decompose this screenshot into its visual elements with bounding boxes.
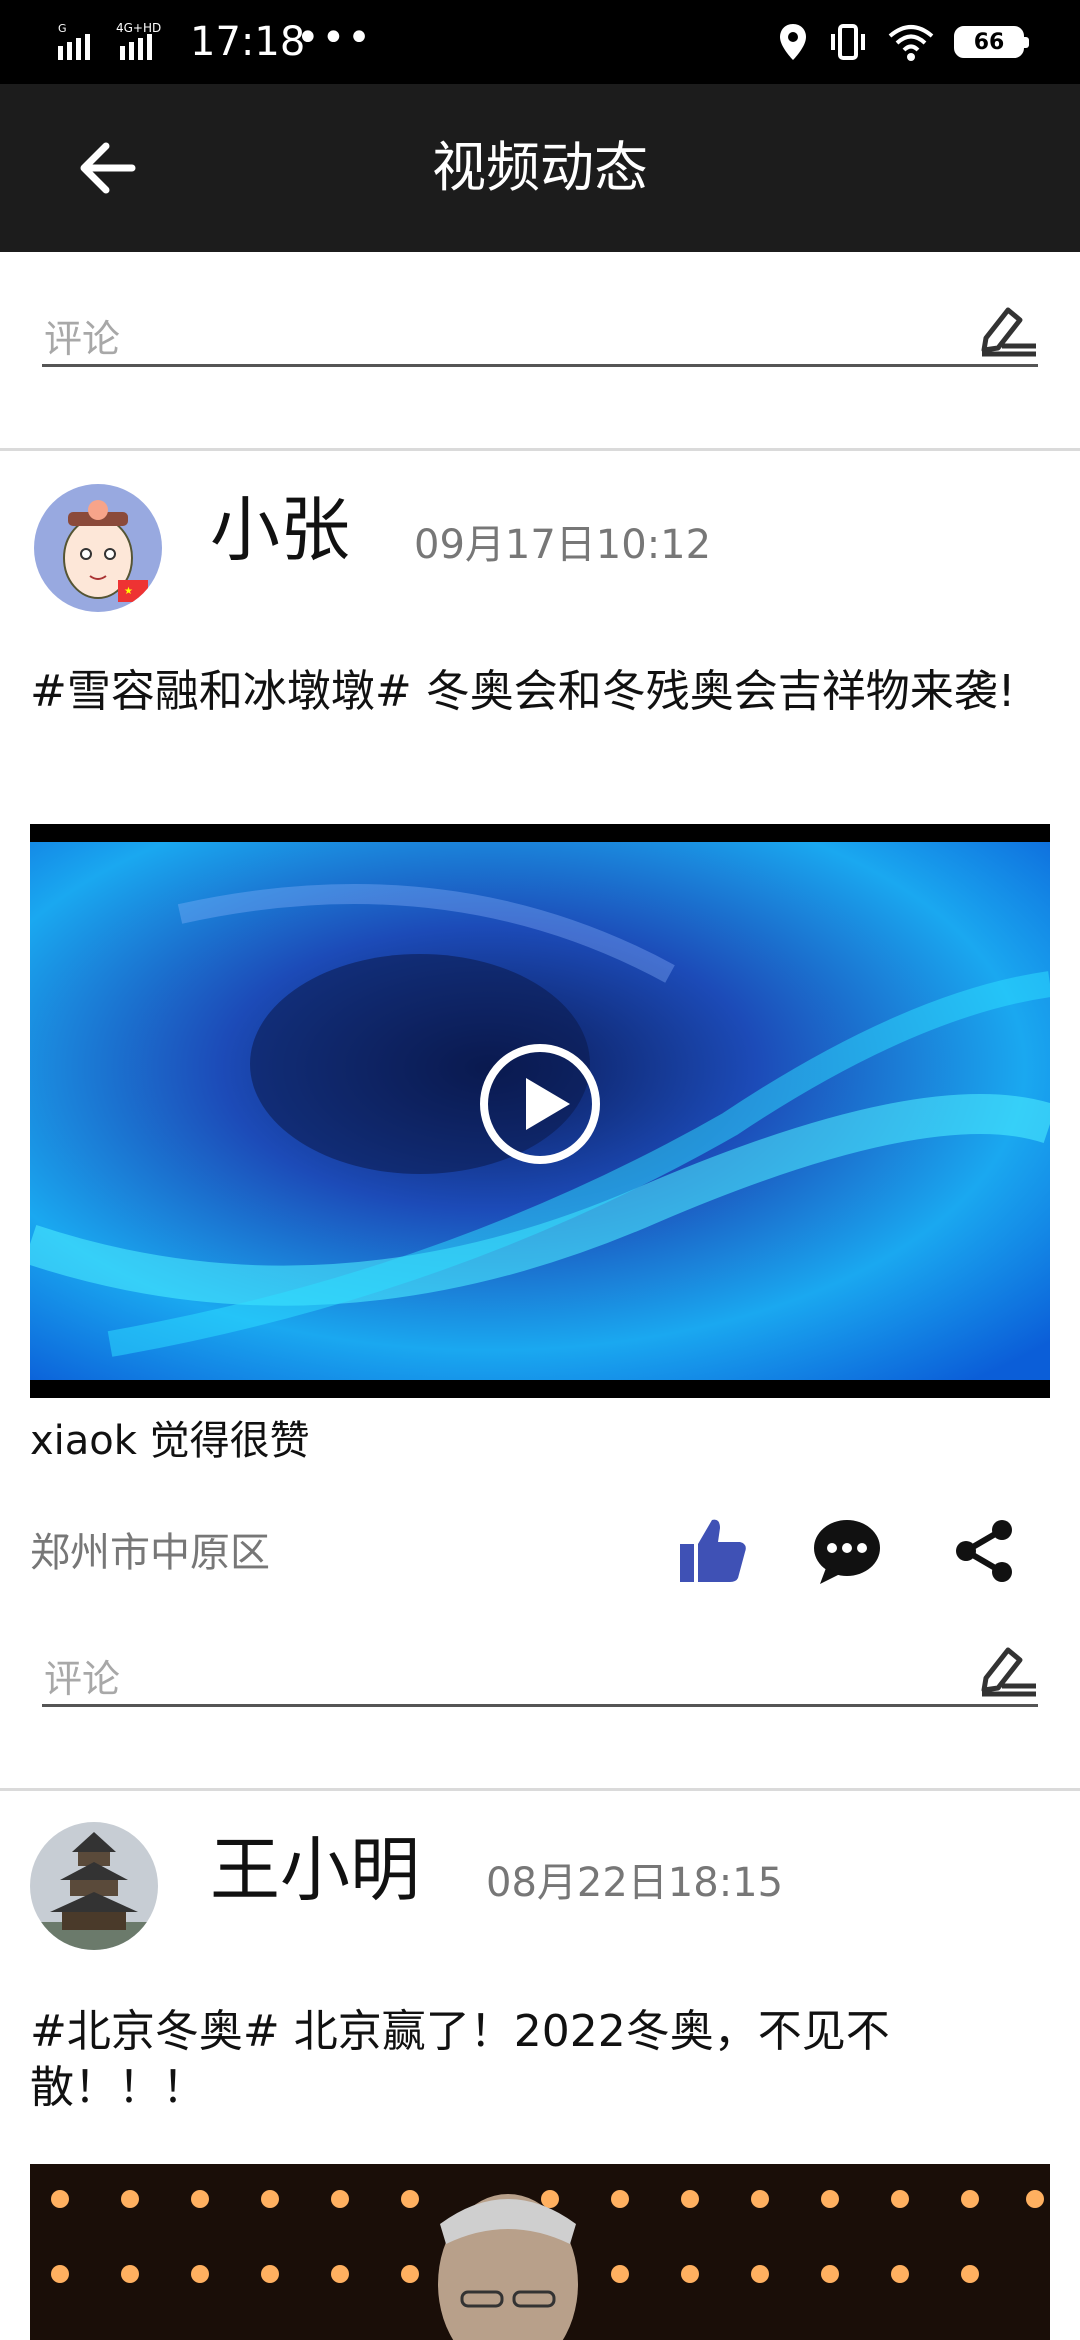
username[interactable]: 王小明 [210, 1828, 420, 1912]
wifi-icon [888, 25, 934, 61]
more-notifications-icon: ••• [296, 15, 373, 61]
page-title: 视频动态 [432, 136, 648, 199]
comment-input[interactable]: 评论 [42, 294, 1038, 367]
post-text: #北京冬奥# 北京赢了！2022冬奥，不见不散！！！ [30, 2006, 890, 2113]
svg-text:G: G [58, 22, 67, 35]
divider [0, 1788, 1080, 1791]
comment-input[interactable]: 评论 [42, 1634, 1038, 1707]
location-label: 郑州市中原区 [30, 1530, 270, 1576]
network-label: 4G+HD [116, 22, 161, 35]
comment-icon[interactable] [812, 1516, 882, 1586]
video-thumbnail [30, 2164, 1050, 2340]
likes-summary: xiaok 觉得很赞 [30, 1418, 310, 1464]
divider [0, 448, 1080, 451]
edit-icon[interactable] [978, 1636, 1038, 1698]
share-icon[interactable] [950, 1516, 1020, 1586]
edit-icon[interactable] [978, 296, 1038, 358]
signal-icon: G 4G+HD [58, 22, 161, 60]
username[interactable]: 小张 [210, 488, 350, 572]
post-time: 08月22日18:15 [486, 1860, 784, 1906]
clock: 17:18 [190, 19, 306, 65]
play-icon[interactable] [478, 1042, 602, 1166]
video-player[interactable] [30, 2164, 1050, 2340]
svg-text:★: ★ [124, 586, 133, 597]
vibrate-icon [831, 24, 865, 60]
battery-icon: 66 [954, 26, 1029, 58]
comment-placeholder: 评论 [44, 317, 121, 361]
battery-level: 66 [973, 29, 1005, 55]
video-player[interactable] [30, 824, 1050, 1398]
avatar[interactable] [30, 1822, 158, 1950]
status-bar: G 4G+HD 17:18 ••• 66 [0, 0, 1080, 84]
avatar[interactable]: ★ [34, 484, 162, 612]
post-time: 09月17日10:12 [414, 522, 712, 568]
comment-placeholder: 评论 [44, 1657, 121, 1701]
like-icon[interactable] [678, 1516, 748, 1586]
app-bar: 视频动态 [0, 84, 1080, 252]
location-icon [780, 24, 806, 60]
post-text: #雪容融和冰墩墩# 冬奥会和冬残奥会吉祥物来袭! [30, 666, 1016, 717]
